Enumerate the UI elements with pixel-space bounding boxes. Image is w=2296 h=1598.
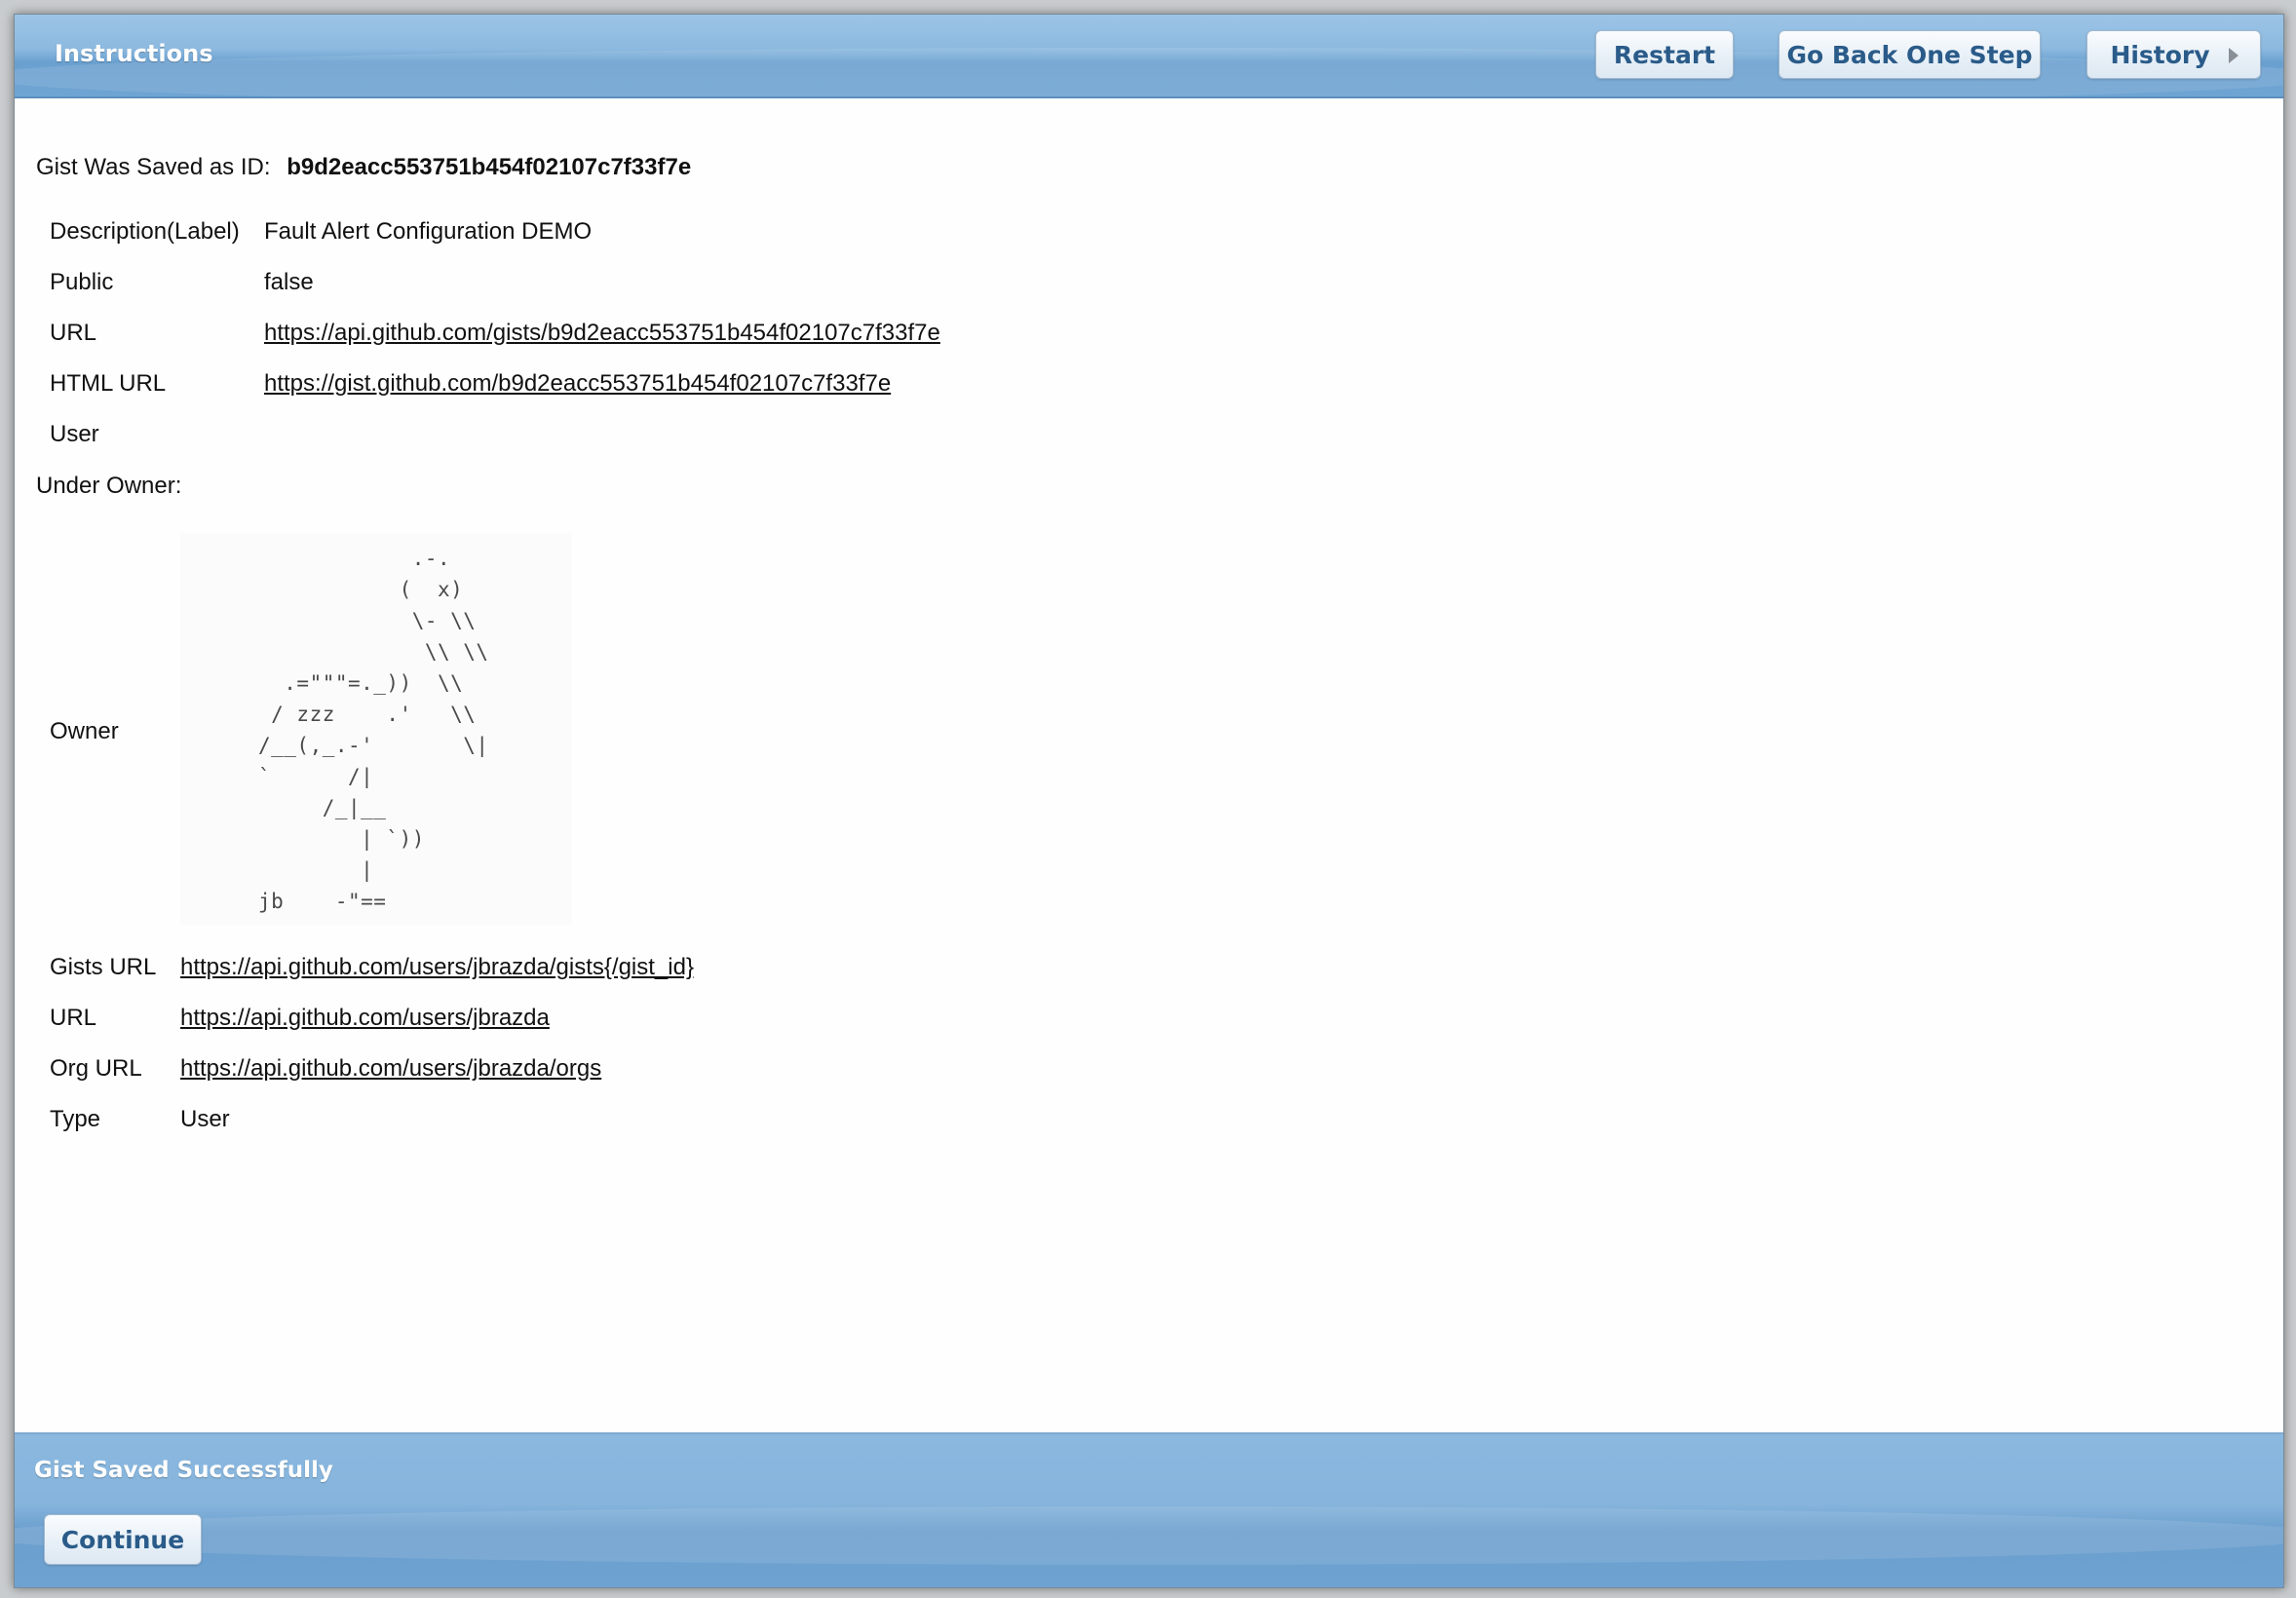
avatar-ascii-art: .-. ( x) \- \\ \\ \\ .="""=._)) \\ / zzz… <box>258 547 489 913</box>
owner-label-org-url: Org URL <box>50 1055 142 1082</box>
gist-saved-line: Gist Was Saved as ID: b9d2eacc553751b454… <box>36 154 691 181</box>
owner-avatar: .-. ( x) \- \\ \\ \\ .="""=._)) \\ / zzz… <box>180 533 572 925</box>
continue-button[interactable]: Continue <box>44 1514 202 1565</box>
status-message: Gist Saved Successfully <box>34 1458 333 1483</box>
main-content: Gist Was Saved as ID: b9d2eacc553751b454… <box>15 98 2283 1443</box>
owner-value-type: User <box>180 1106 230 1132</box>
owner-gists-url-link[interactable]: https://api.github.com/users/jbrazda/gis… <box>180 954 694 981</box>
detail-label-description: Description(Label) <box>50 218 240 245</box>
owner-label-gists-url: Gists URL <box>50 954 157 980</box>
detail-value-public: false <box>264 269 314 295</box>
detail-label-public: Public <box>50 269 114 295</box>
detail-label-user: User <box>50 421 99 447</box>
bottom-status-bar: Gist Saved Successfully Continue <box>15 1432 2283 1587</box>
top-toolbar: Instructions Restart Go Back One Step Hi… <box>15 15 2283 98</box>
history-button-label: History <box>2110 41 2210 69</box>
go-back-one-step-button[interactable]: Go Back One Step <box>1779 30 2041 79</box>
toolbar-title: Instructions <box>55 40 213 67</box>
owner-label-type: Type <box>50 1106 101 1132</box>
owner-org-url-link[interactable]: https://api.github.com/users/jbrazda/org… <box>180 1055 601 1083</box>
detail-label-html-url: HTML URL <box>50 370 167 397</box>
statusbar-wave-decoration <box>15 1506 2283 1565</box>
owner-url-link[interactable]: https://api.github.com/users/jbrazda <box>180 1005 550 1032</box>
owner-label: Owner <box>50 718 119 744</box>
triangle-right-icon <box>2229 48 2239 63</box>
gist-html-url-link[interactable]: https://gist.github.com/b9d2eacc553751b4… <box>264 370 891 398</box>
detail-label-url: URL <box>50 320 97 346</box>
gist-id: b9d2eacc553751b454f02107c7f33f7e <box>287 154 692 180</box>
detail-value-description: Fault Alert Configuration DEMO <box>264 218 593 245</box>
restart-button[interactable]: Restart <box>1595 30 1734 79</box>
owner-label-url: URL <box>50 1005 97 1031</box>
app-window: Instructions Restart Go Back One Step Hi… <box>14 14 2284 1588</box>
under-owner-heading: Under Owner: <box>36 473 182 499</box>
history-button[interactable]: History <box>2086 30 2261 79</box>
gist-api-url-link[interactable]: https://api.github.com/gists/b9d2eacc553… <box>264 320 940 347</box>
gist-saved-label: Gist Was Saved as ID: <box>36 154 271 180</box>
